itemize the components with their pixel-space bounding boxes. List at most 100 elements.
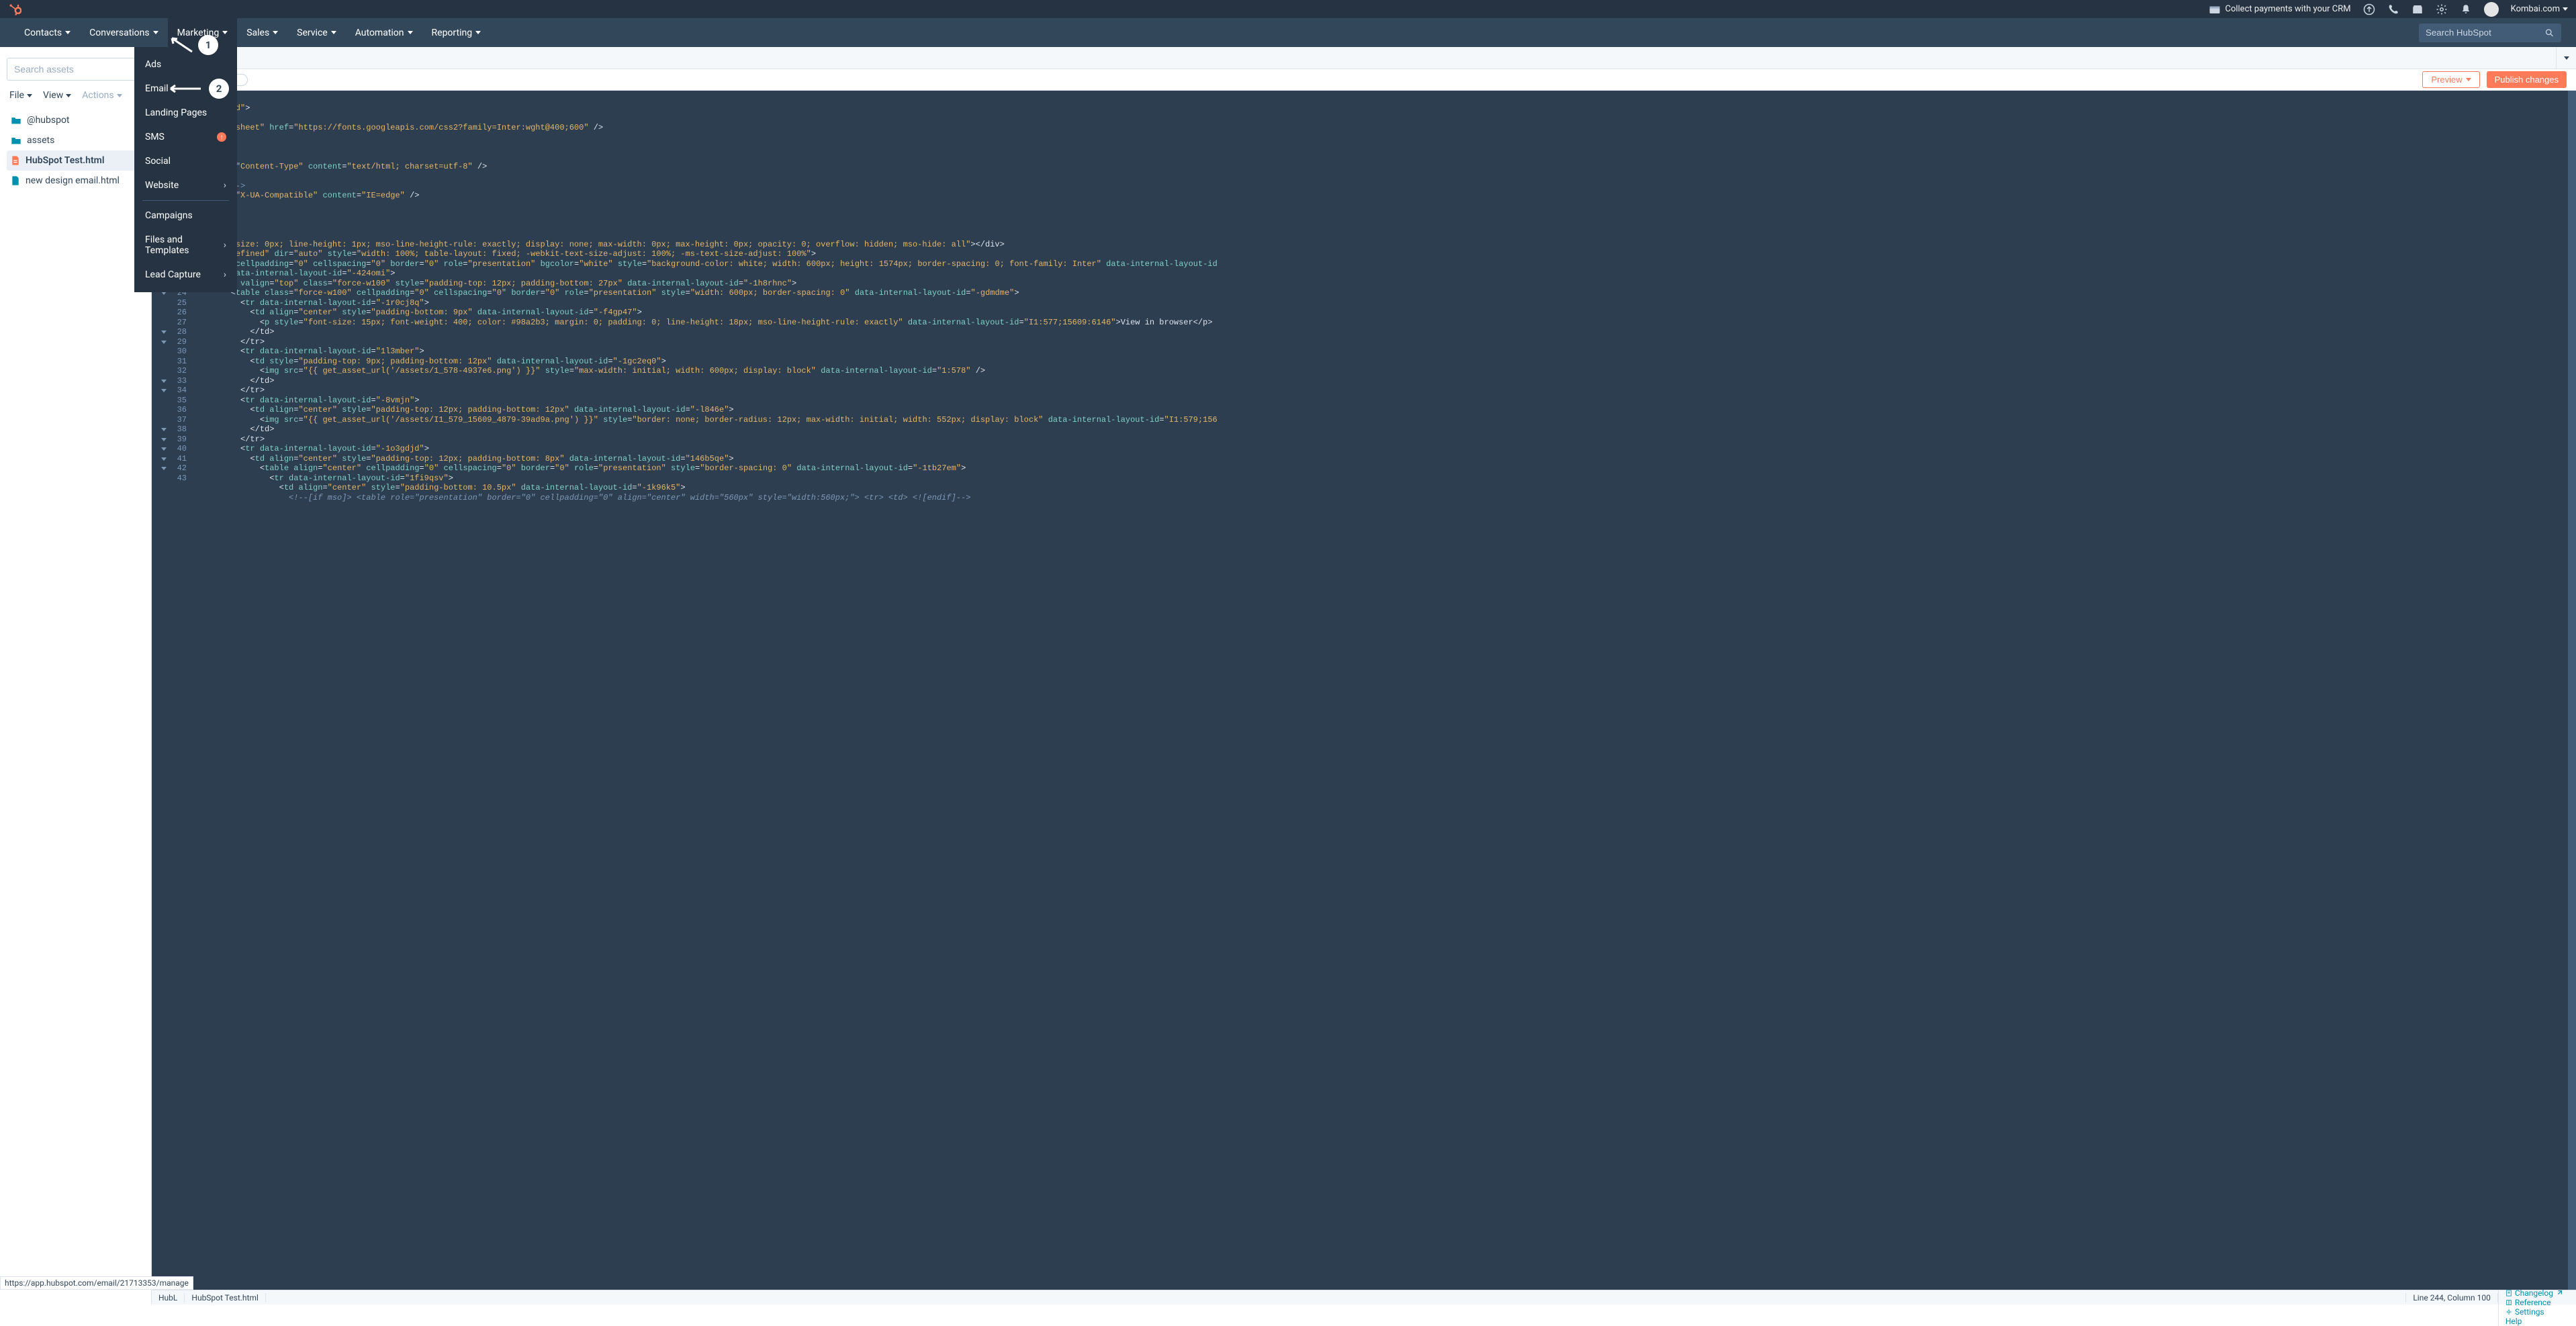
- tab-dropdown[interactable]: [2556, 47, 2576, 69]
- mainnav-item-sales[interactable]: Sales: [237, 18, 287, 47]
- code-line[interactable]: <tr data-internal-layout-id="-424omi">: [192, 269, 2576, 279]
- menu-item-lead-capture[interactable]: Lead Capture›: [134, 263, 237, 287]
- code-line[interactable]: </style>: [192, 220, 2576, 230]
- code-line[interactable]: <td align="center" style="padding-top: 1…: [192, 454, 2576, 464]
- statusbar-link-reference[interactable]: Reference: [2498, 1298, 2569, 1307]
- statusbar-link-settings[interactable]: Settings: [2498, 1307, 2569, 1317]
- code-line[interactable]: <tr data-internal-layout-id="-8vmjn">: [192, 396, 2576, 406]
- code-line[interactable]: </td>: [192, 376, 2576, 386]
- view-menu[interactable]: View: [43, 90, 71, 101]
- code-line[interactable]: <tr data-internal-layout-id="-1o3gdjd">: [192, 444, 2576, 454]
- menu-item-sms[interactable]: SMS↑: [134, 125, 237, 149]
- main-content: Test.html • × Show output i Preview Publ…: [152, 47, 2576, 1305]
- code-line[interactable]: <td valign="top" class="force-w100" styl…: [192, 279, 2576, 289]
- search-assets-input[interactable]: [7, 58, 144, 81]
- code-line[interactable]: </td>: [192, 327, 2576, 337]
- folder-item[interactable]: assets: [7, 130, 144, 150]
- code-line[interactable]: </tr>: [192, 386, 2576, 396]
- code-line[interactable]: "Undefined">: [192, 103, 2576, 114]
- line-number: 41: [152, 454, 192, 464]
- code-line[interactable]: <table class="force-w100" cellpadding="0…: [192, 288, 2576, 298]
- code-line[interactable]: </title>: [192, 142, 2576, 152]
- global-search-input[interactable]: [2426, 28, 2544, 38]
- code-line[interactable]: ml>: [192, 93, 2576, 103]
- avatar[interactable]: [2484, 2, 2499, 17]
- gear-icon[interactable]: [2436, 3, 2448, 15]
- folder-item[interactable]: @hubspot: [7, 110, 144, 130]
- mainnav-item-marketing[interactable]: Marketing: [168, 18, 238, 47]
- code-line[interactable]: <td style="padding-top: 9px; padding-bot…: [192, 357, 2576, 367]
- breadcrumb-lang[interactable]: HubL: [158, 1293, 185, 1302]
- mainnav-item-conversations[interactable]: Conversations: [80, 18, 167, 47]
- code-line[interactable]: </tr>: [192, 435, 2576, 445]
- menu-item-landing-pages[interactable]: Landing Pages: [134, 101, 237, 125]
- marketplace-icon[interactable]: [2411, 3, 2424, 15]
- chevron-right-icon: ›: [224, 180, 226, 191]
- code-line[interactable]: <tr data-internal-layout-id="1fi9qsv">: [192, 474, 2576, 484]
- code-line[interactable]: [192, 171, 2576, 181]
- code-line[interactable]: lang="Undefined" dir="auto" style="width…: [192, 249, 2576, 259]
- actions-menu[interactable]: Actions: [82, 90, 122, 101]
- code-area[interactable]: ml>"Undefined"> el="stylesheet" href="ht…: [192, 91, 2576, 1290]
- code-line[interactable]: </td>: [192, 425, 2576, 435]
- code-line[interactable]: <!--[if mso]> <table role="presentation"…: [192, 493, 2576, 503]
- code-line[interactable]: <td align="center" style="padding-bottom…: [192, 308, 2576, 318]
- account-switcher[interactable]: Kombai.com: [2511, 4, 2568, 14]
- file-item[interactable]: HubSpot Test.html: [7, 150, 144, 171]
- code-line[interactable]: [192, 230, 2576, 240]
- collect-payments-link[interactable]: Collect payments with your CRM: [2209, 3, 2350, 15]
- mainnav-item-automation[interactable]: Automation: [346, 18, 422, 47]
- code-line[interactable]: el="stylesheet" href="https://fonts.goog…: [192, 123, 2576, 133]
- preview-button[interactable]: Preview: [2422, 71, 2479, 88]
- code-line[interactable]: <table align="center" cellpadding="0" ce…: [192, 463, 2576, 474]
- breadcrumb-file[interactable]: HubSpot Test.html: [185, 1293, 266, 1302]
- bell-icon[interactable]: [2460, 3, 2472, 15]
- file-item[interactable]: new design email.html: [7, 171, 144, 191]
- menu-item-campaigns[interactable]: Campaigns: [134, 204, 237, 228]
- code-line[interactable]: [192, 152, 2576, 162]
- code-line[interactable]: </tr>: [192, 337, 2576, 347]
- code-line[interactable]: <tr data-internal-layout-id="1l3mber">: [192, 347, 2576, 357]
- mainnav-item-reporting[interactable]: Reporting: [422, 18, 491, 47]
- code-line[interactable]: !mso]><!-->: [192, 181, 2576, 191]
- chevron-down-icon: [117, 94, 122, 97]
- upgrade-icon[interactable]: [2363, 3, 2375, 15]
- code-line[interactable]: endif]-->: [192, 201, 2576, 211]
- code-line[interactable]: <img src="{{ get_asset_url('/assets/I1_5…: [192, 415, 2576, 425]
- code-line[interactable]: tp-equiv="X-UA-Compatible" content="IE=e…: [192, 191, 2576, 201]
- chevron-down-icon: [66, 94, 71, 97]
- hubspot-logo-icon[interactable]: [8, 3, 21, 16]
- menu-item-files-and-templates[interactable]: Files and Templates›: [134, 228, 237, 263]
- mainnav-item-service[interactable]: Service: [287, 18, 346, 47]
- code-line[interactable]: <tr data-internal-layout-id="-1r0cj8q">: [192, 298, 2576, 308]
- mainnav-item-contacts[interactable]: Contacts: [15, 18, 80, 47]
- line-number: 28: [152, 327, 192, 337]
- code-editor[interactable]: 4567891011121314151617181920212223242526…: [152, 91, 2576, 1290]
- statusbar-link-help[interactable]: Help: [2498, 1317, 2569, 1326]
- file-icon: [11, 175, 20, 186]
- code-line[interactable]: [192, 210, 2576, 220]
- menu-item-social[interactable]: Social: [134, 149, 237, 173]
- code-line[interactable]: tp-equiv="Content-Type" content="text/ht…: [192, 162, 2576, 172]
- marketing-dropdown: AdsEmailLanding PagesSMS↑SocialWebsite› C…: [134, 47, 237, 292]
- global-search[interactable]: [2419, 24, 2561, 42]
- line-number: 29: [152, 337, 192, 347]
- chevron-down-icon: [153, 31, 158, 34]
- code-line[interactable]: [192, 132, 2576, 142]
- code-line[interactable]: le="font-size: 0px; line-height: 1px; ms…: [192, 240, 2576, 250]
- code-line[interactable]: [192, 113, 2576, 123]
- collect-payments-label: Collect payments with your CRM: [2225, 4, 2350, 14]
- code-line[interactable]: <table cellpadding="0" cellspacing="0" b…: [192, 259, 2576, 269]
- code-line[interactable]: <td align="center" style="padding-top: 1…: [192, 405, 2576, 415]
- phone-icon[interactable]: [2387, 3, 2399, 15]
- publish-button[interactable]: Publish changes: [2487, 71, 2567, 88]
- code-line[interactable]: <td align="center" style="padding-bottom…: [192, 483, 2576, 493]
- menu-item-website[interactable]: Website›: [134, 173, 237, 197]
- menu-item-ads[interactable]: Ads: [134, 52, 237, 77]
- code-line[interactable]: <img src="{{ get_asset_url('/assets/1_57…: [192, 366, 2576, 376]
- url-tooltip: https://app.hubspot.com/email/21713353/m…: [0, 1276, 193, 1290]
- line-number: 26: [152, 308, 192, 318]
- file-menu[interactable]: File: [9, 90, 32, 101]
- code-line[interactable]: <p style="font-size: 15px; font-weight: …: [192, 318, 2576, 328]
- menu-item-email[interactable]: Email: [134, 77, 237, 101]
